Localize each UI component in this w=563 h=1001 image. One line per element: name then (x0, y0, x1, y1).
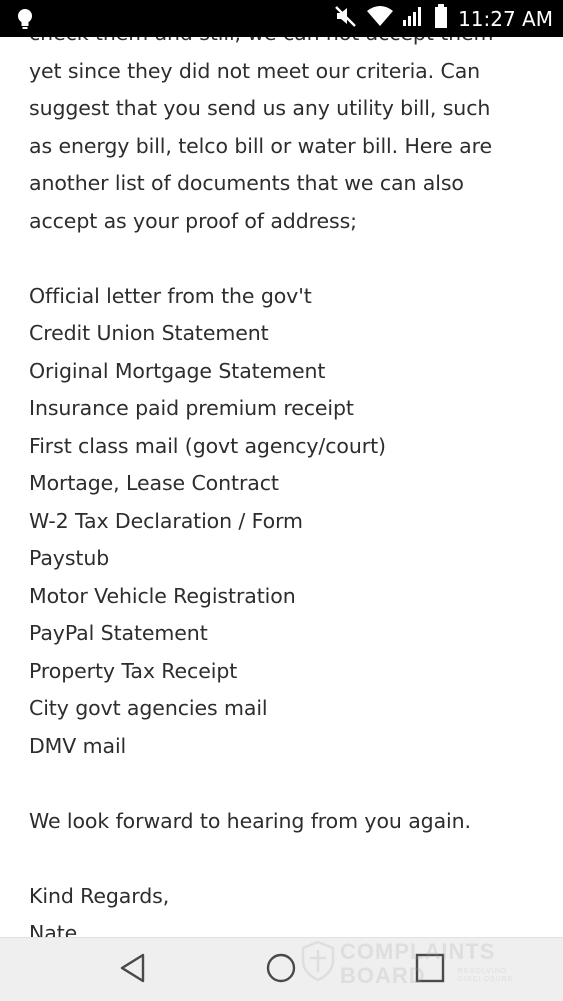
message-line: Original Mortgage Statement (29, 358, 326, 383)
message-line: We look forward to hearing from you agai… (29, 808, 471, 833)
wifi-icon (366, 5, 394, 32)
clock: 11:27 AM (458, 6, 553, 31)
mute-icon (334, 5, 358, 32)
message-line: accept as your proof of address; (29, 208, 357, 233)
message-line: another list of documents that we can al… (29, 171, 464, 195)
message-line: yet since they did not meet our criteria… (29, 58, 481, 83)
recents-icon[interactable] (414, 952, 446, 989)
message-line: as energy bill, telco bill or water bill… (29, 133, 492, 158)
message-line: Mortage, Lease Contract (29, 471, 279, 495)
battery-icon (434, 4, 448, 33)
message-line: Motor Vehicle Registration (29, 583, 296, 608)
lightbulb-icon (16, 8, 34, 35)
message-line: Kind Regards, (29, 883, 170, 908)
message-body: check them and still, we can not accept … (0, 37, 563, 937)
message-line: Nate (29, 921, 78, 937)
back-icon[interactable] (118, 952, 148, 989)
message-line: suggest that you send us any utility bil… (29, 96, 491, 120)
status-bar: 11:27 AM (0, 0, 563, 37)
shield-icon (301, 940, 335, 982)
signal-icon (402, 5, 426, 32)
message-line: check them and still, we can not accept … (29, 37, 494, 45)
message-line: Official letter from the gov't (29, 283, 312, 308)
message-line: First class mail (govt agency/court) (29, 433, 386, 458)
message-line: City govt agencies mail (29, 696, 268, 720)
message-line: Property Tax Receipt (29, 658, 238, 683)
message-line: W-2 Tax Declaration / Form (29, 508, 303, 533)
message-line: Insurance paid premium receipt (29, 396, 354, 420)
home-icon[interactable] (265, 952, 297, 989)
message-line: PayPal Statement (29, 621, 208, 645)
navigation-bar: COMPLAINTS BOARD RESOLVING DISCLOSURE (0, 937, 563, 1001)
message-line: Paystub (29, 546, 110, 570)
watermark-logo: COMPLAINTS BOARD RESOLVING DISCLOSURE (298, 938, 528, 1001)
watermark-subtext: RESOLVING DISCLOSURE (458, 968, 514, 983)
message-line: DMV mail (29, 733, 127, 758)
message-line: Credit Union Statement (29, 321, 269, 345)
